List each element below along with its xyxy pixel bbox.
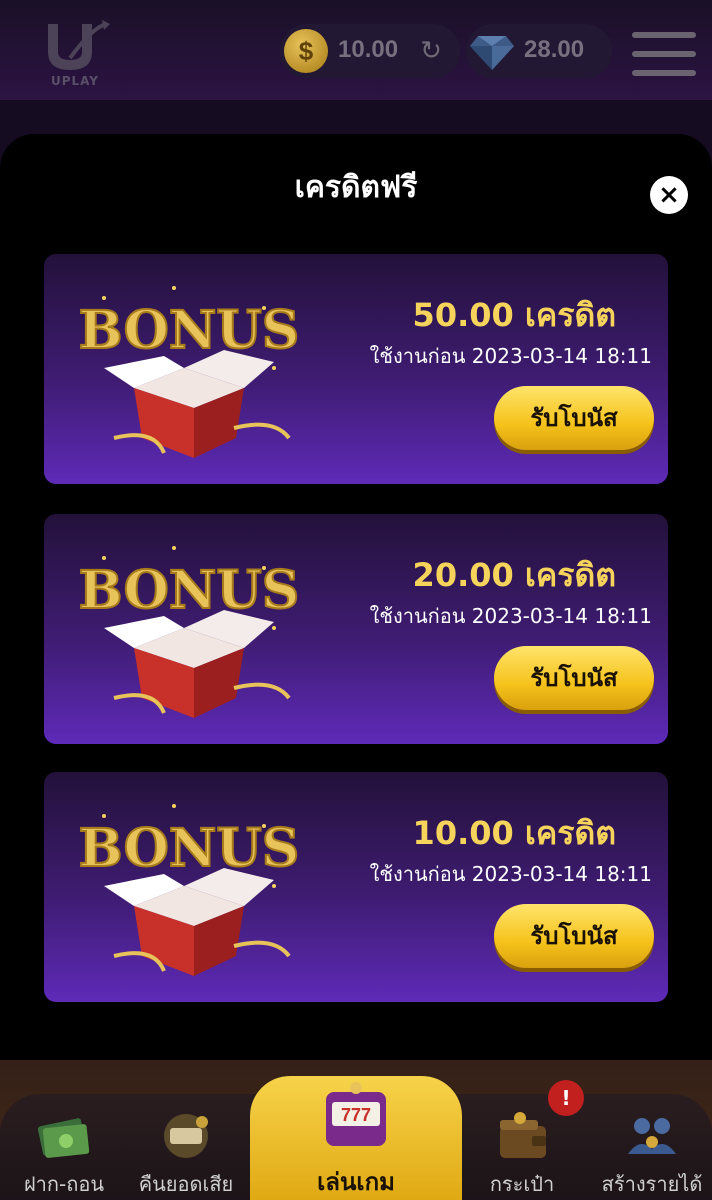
modal-title: เครดิตฟรี [294,170,418,205]
bonus-card: BONUS 10.00 เครดิต ใช้งานก่อน 2023-03-14… [44,772,668,1002]
bonus-gift-box-image: BONUS [78,804,300,976]
coin-balance-pill[interactable]: $ 10.00 ↻ [280,24,460,78]
money-icon [37,1118,90,1158]
nav-label: เล่นเกม [317,1168,395,1196]
close-icon[interactable]: × [650,176,688,214]
bonus-amount: 20.00 เครดิต [412,556,616,594]
nav-item-cashback[interactable]: คืนยอดเสีย [126,1100,246,1200]
menu-icon[interactable] [632,32,696,76]
nav-label: คืนยอดเสีย [138,1172,234,1196]
wallet-icon [500,1112,546,1158]
people-icon [628,1118,676,1154]
bonus-amount: 50.00 เครดิต [412,296,616,334]
uplay-logo[interactable]: UPLAY [40,18,110,90]
bonus-expiry: ใช้งานก่อน 2023-03-14 18:11 [369,604,652,628]
bonus-art-text: BONUS [79,560,300,621]
claim-bonus-button[interactable]: รับโบนัส [494,646,654,710]
nav-item-play-game[interactable]: 777 เล่นเกม [250,1076,462,1200]
bonus-amount: 10.00 เครดิต [412,814,616,852]
coin-icon: $ [284,29,328,73]
free-credit-modal: เครดิตฟรี × BONUS 50.00 เครดิต ใช้งานก่อ… [0,134,712,1060]
nav-item-deposit-withdraw[interactable]: ฝาก-ถอน [4,1100,124,1200]
gem-balance: 28.00 [524,36,585,63]
bonus-gift-box-image: BONUS [78,286,300,458]
notification-badge: ! [548,1080,584,1116]
bonus-expiry: ใช้งานก่อน 2023-03-14 18:11 [369,862,652,886]
gem-balance-pill[interactable]: 28.00 [466,24,612,78]
nav-item-earn[interactable]: สร้างรายได้ [592,1100,712,1200]
nav-label: ฝาก-ถอน [23,1172,105,1196]
slot-machine-icon: 777 [326,1082,386,1146]
coin-balance: 10.00 [338,36,399,63]
cashback-icon [164,1114,208,1158]
bonus-art-text: BONUS [79,300,300,361]
logo-mark [48,20,110,70]
logo-text: UPLAY [50,74,99,88]
claim-bonus-button[interactable]: รับโบนัส [494,386,654,450]
nav-label: กระเป๋า [489,1172,555,1196]
bonus-card: BONUS 20.00 เครดิต ใช้งานก่อน 2023-03-14… [44,514,668,744]
nav-label: สร้างรายได้ [601,1172,703,1196]
bonus-expiry: ใช้งานก่อน 2023-03-14 18:11 [369,344,652,368]
refresh-icon[interactable]: ↻ [416,36,446,66]
claim-bonus-button[interactable]: รับโบนัส [494,904,654,968]
bonus-art-text: BONUS [79,818,300,879]
svg-text:777: 777 [341,1105,371,1125]
gem-icon [470,36,514,70]
bonus-card: BONUS 50.00 เครดิต ใช้งานก่อน 2023-03-14… [44,254,668,484]
bonus-gift-box-image: BONUS [78,546,300,718]
